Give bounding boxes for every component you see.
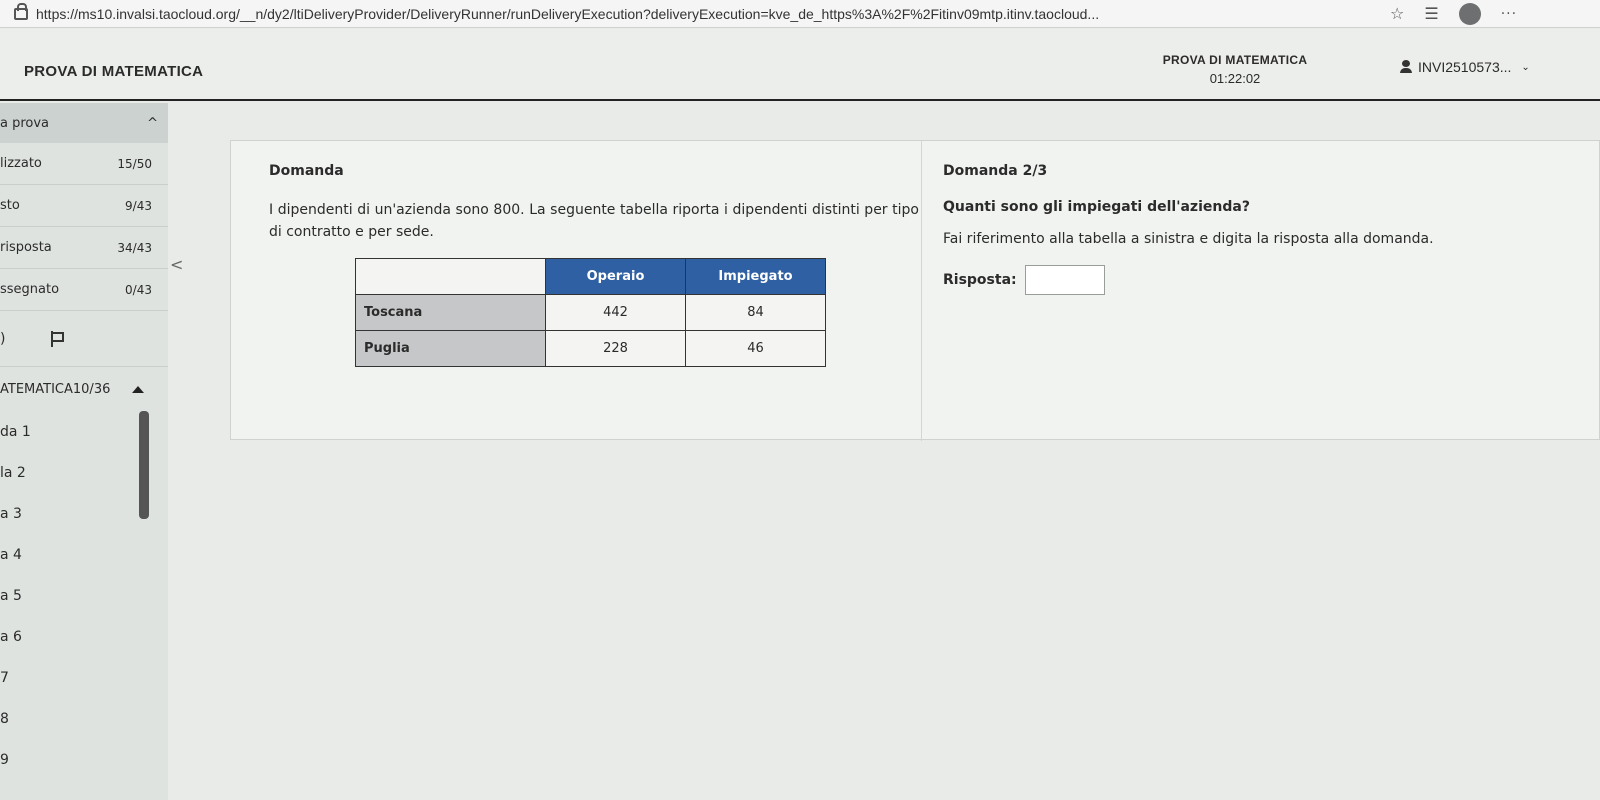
browser-address-bar: https://ms10.invalsi.taocloud.org/__n/dy… bbox=[0, 0, 1600, 28]
stimulus-text: I dipendenti di un'azienda sono 800. La … bbox=[269, 202, 919, 240]
chevron-up-icon[interactable]: ^ bbox=[147, 116, 158, 131]
timer-title: PROVA DI MATEMATICA bbox=[1162, 53, 1308, 67]
table-header-row: Operaio Impiegato bbox=[355, 258, 826, 295]
stat-label: lizzato bbox=[0, 156, 42, 171]
column-header: Operaio bbox=[545, 258, 686, 295]
stat-label: sto bbox=[0, 198, 20, 213]
question-item[interactable]: 9 bbox=[0, 739, 168, 780]
row-header: Toscana bbox=[355, 294, 546, 331]
question-panel: Domanda I dipendenti di un'azienda sono … bbox=[230, 140, 1600, 441]
table-row: Toscana 442 84 bbox=[355, 294, 826, 331]
timer-block: PROVA DI MATEMATICA 01:22:02 bbox=[1160, 53, 1310, 86]
question-item[interactable]: a 4 bbox=[0, 534, 168, 575]
question-item[interactable]: 8 bbox=[0, 698, 168, 739]
question-item[interactable]: a 6 bbox=[0, 616, 168, 657]
stat-row-unseen[interactable]: sto 9/43 bbox=[0, 185, 168, 227]
question-stimulus: Domanda I dipendenti di un'azienda sono … bbox=[269, 163, 919, 243]
part-count: 10/36 bbox=[72, 381, 111, 397]
table-cell: 46 bbox=[685, 330, 826, 367]
question-list: da 1 la 2 a 3 a 4 a 5 a 6 7 8 9 bbox=[0, 411, 168, 780]
table-corner bbox=[355, 258, 546, 295]
stat-count: 34/43 bbox=[117, 240, 152, 255]
row-header: Puglia bbox=[355, 330, 546, 367]
question-prompt: Quanti sono gli impiegati dell'azienda? bbox=[943, 199, 1250, 215]
browser-toolbar: ☆ ☰ ··· bbox=[1390, 2, 1517, 25]
stat-count: 9/43 bbox=[125, 198, 152, 213]
scrollbar-thumb[interactable] bbox=[139, 411, 149, 519]
stat-label: risposta bbox=[0, 240, 52, 255]
table-row: Puglia 228 46 bbox=[355, 330, 826, 367]
stat-label: ssegnato bbox=[0, 282, 60, 297]
collapse-sidebar-icon[interactable]: < bbox=[170, 255, 183, 274]
table-cell: 442 bbox=[545, 294, 686, 331]
profile-avatar[interactable] bbox=[1458, 2, 1481, 25]
sidebar-section-header[interactable]: a prova ^ bbox=[0, 103, 168, 143]
sidebar-tools: ) bbox=[0, 311, 168, 367]
flag-icon[interactable] bbox=[51, 330, 65, 347]
answer-input[interactable] bbox=[1024, 265, 1105, 295]
question-hint: Fai riferimento alla tabella a sinistra … bbox=[943, 231, 1434, 247]
section-label: a prova bbox=[0, 115, 50, 131]
stat-count: 0/43 bbox=[125, 282, 152, 297]
stimulus-heading: Domanda bbox=[269, 163, 344, 179]
answer-label: Risposta: bbox=[943, 272, 1017, 288]
user-id: INVI2510573... bbox=[1418, 59, 1512, 75]
reading-list-icon[interactable]: ☰ bbox=[1424, 4, 1438, 23]
stat-count: 15/50 bbox=[117, 156, 152, 171]
stat-row-flagged[interactable]: ssegnato 0/43 bbox=[0, 269, 168, 311]
chevron-down-icon[interactable]: ⌄ bbox=[1521, 62, 1529, 73]
answer-row: Risposta: bbox=[943, 265, 1563, 295]
part-label: ATEMATICA bbox=[0, 381, 73, 397]
url-field[interactable]: https://ms10.invalsi.taocloud.org/__n/dy… bbox=[36, 6, 1376, 22]
table-cell: 84 bbox=[685, 294, 826, 331]
question-interaction: Domanda 2/3 Quanti sono gli impiegati de… bbox=[943, 163, 1563, 295]
employee-table: Operaio Impiegato Toscana 442 84 Puglia … bbox=[355, 258, 826, 367]
column-header: Impiegato bbox=[685, 258, 826, 295]
more-menu-icon[interactable]: ··· bbox=[1501, 6, 1517, 22]
user-icon bbox=[1400, 60, 1412, 74]
favorite-star-icon[interactable]: ☆ bbox=[1390, 4, 1404, 23]
question-number: Domanda 2/3 bbox=[943, 163, 1048, 179]
countdown-timer: 01:22:02 bbox=[1209, 71, 1261, 86]
app-title: PROVA DI MATEMATICA bbox=[24, 63, 204, 80]
app-header: PROVA DI MATEMATICA PROVA DI MATEMATICA … bbox=[0, 29, 1600, 101]
tool-button[interactable]: ) bbox=[0, 331, 5, 347]
stat-row-answered[interactable]: risposta 34/43 bbox=[0, 227, 168, 269]
test-sidebar: a prova ^ lizzato 15/50 sto 9/43 rispost… bbox=[0, 103, 168, 800]
lock-icon[interactable] bbox=[14, 2, 28, 20]
caret-up-icon[interactable] bbox=[132, 385, 144, 393]
stat-row-viewed[interactable]: lizzato 15/50 bbox=[0, 143, 168, 185]
table-cell: 228 bbox=[545, 330, 686, 367]
panel-divider bbox=[921, 141, 922, 441]
user-menu[interactable]: INVI2510573... ⌄ bbox=[1400, 59, 1530, 75]
question-item[interactable]: 7 bbox=[0, 657, 168, 698]
test-part-header[interactable]: ATEMATICA10/36 bbox=[0, 367, 168, 411]
question-item[interactable]: a 5 bbox=[0, 575, 168, 616]
